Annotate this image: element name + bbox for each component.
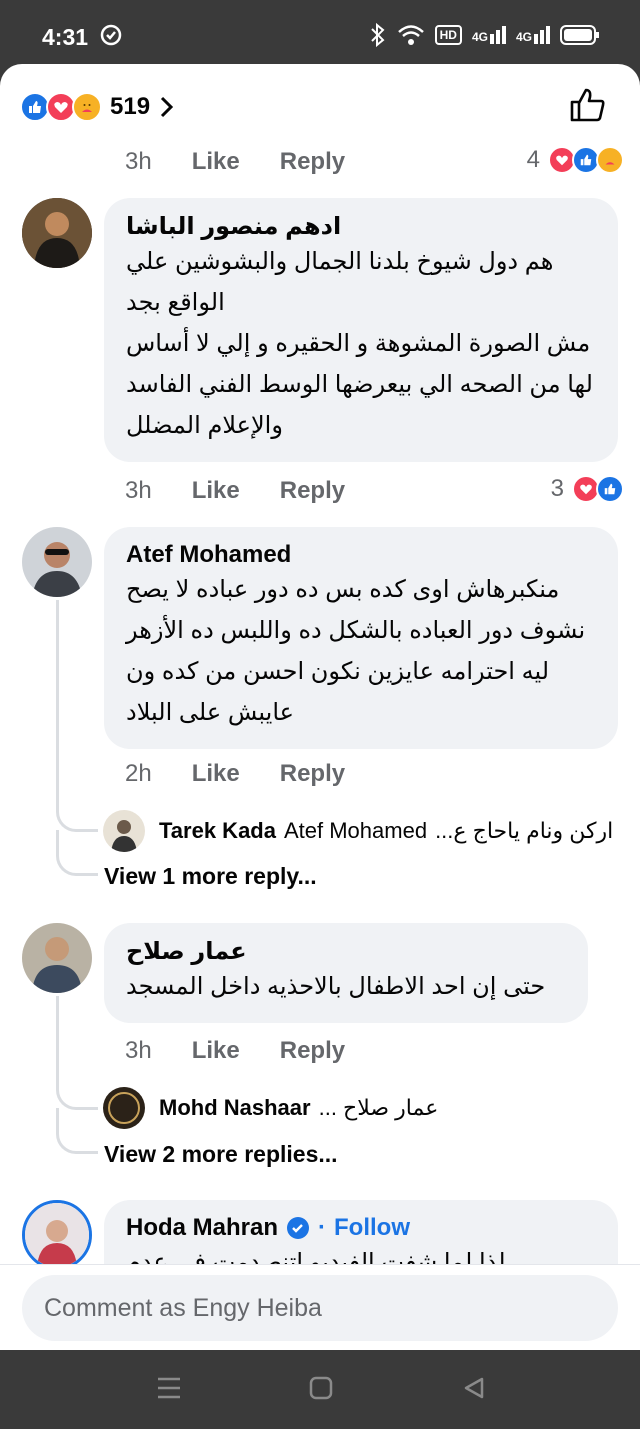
comment-text-line: والإعلام المضلل xyxy=(126,412,283,439)
comment-text-line: ليه احترامه عايزين نكون احسن من كده ون xyxy=(126,658,550,685)
comment-text-line: حتى إن احد الاطفال بالاحذيه داخل المسجد xyxy=(126,973,546,1000)
comment-author[interactable]: عمار صلاح xyxy=(126,937,566,966)
dot-separator: · xyxy=(318,1214,327,1241)
comment-bubble[interactable]: عمار صلاح حتى إن احد الاطفال بالاحذيه دا… xyxy=(104,923,588,1023)
comments-sheet: 519 3h Like Reply 4 ادهم منصور الباشا هم… xyxy=(0,64,640,1350)
avatar[interactable] xyxy=(22,1200,92,1264)
comment-reaction-count: 4 xyxy=(526,146,540,173)
comment-reaction-count: 3 xyxy=(550,475,564,502)
like-post-icon[interactable] xyxy=(568,86,606,124)
signal-4g-icon: 4G xyxy=(472,26,506,44)
thread-line xyxy=(56,600,59,790)
comment-time: 2h xyxy=(125,760,152,787)
wifi-icon xyxy=(397,25,424,45)
reply-button[interactable]: Reply xyxy=(280,148,345,176)
avatar xyxy=(103,1087,145,1129)
system-nav-bar xyxy=(0,1350,640,1429)
comment-actions: 3h Like Reply xyxy=(125,1037,385,1065)
hd-icon: HD xyxy=(434,25,462,45)
comment-time: 3h xyxy=(125,477,152,504)
comment-text-line: منكبرهاش اوى كده بس ده دور عباده لا يصح xyxy=(126,576,560,603)
thread-line xyxy=(56,996,59,1066)
reply-text: اركن ونام ياحاج ع... xyxy=(435,818,614,843)
status-bar: 4:31 HD 4G 4G xyxy=(0,0,640,64)
comment-author[interactable]: Atef Mohamed xyxy=(126,541,596,569)
status-icons: HD 4G 4G xyxy=(369,22,600,48)
comment-text-line: لها من الصحه الي بيعرضها الوسط الفني الف… xyxy=(126,371,593,398)
reply-preview[interactable]: Tarek Kada Atef Mohamed اركن ونام ياحاج … xyxy=(103,810,613,852)
verified-badge-icon xyxy=(287,1217,310,1239)
menu-icon[interactable] xyxy=(156,1376,182,1400)
reply-text: عمار صلاح ... xyxy=(318,1095,439,1120)
reaction-count: 519 xyxy=(110,93,151,120)
chevron-right-icon xyxy=(160,96,174,118)
avatar xyxy=(103,810,145,852)
comment-text-line: لذا لما شفت الفيديو اتنصدمت في عدم xyxy=(126,1249,506,1264)
comments-list: 3h Like Reply 4 ادهم منصور الباشا هم دول… xyxy=(0,144,640,1264)
reactions-header: 519 xyxy=(0,64,640,144)
follow-button[interactable]: Follow xyxy=(334,1214,410,1242)
sync-icon xyxy=(100,24,122,46)
signal-4g-icon: 4G xyxy=(516,26,550,44)
reactions-summary[interactable]: 519 xyxy=(20,92,176,122)
reply-mention: Atef Mohamed xyxy=(283,818,428,843)
bluetooth-icon xyxy=(370,22,385,48)
comment-bubble[interactable]: Atef Mohamed منكبرهاش اوى كده بس ده دور … xyxy=(104,527,618,749)
home-icon[interactable] xyxy=(309,1376,333,1400)
like-button[interactable]: Like xyxy=(192,760,240,788)
comment-time: 3h xyxy=(125,1037,152,1064)
comment-text-line: هم دول شيوخ بلدنا الجمال والبشوشين علي xyxy=(126,248,554,275)
comment-author[interactable]: Hoda Mahran xyxy=(126,1214,278,1242)
comment-text-line: نشوف دور العباده بالشكل ده واللبس ده الأ… xyxy=(126,617,586,644)
comment-actions: 2h Like Reply xyxy=(125,760,385,788)
comment-composer: Comment as Engy Heiba xyxy=(0,1264,640,1350)
comment-time: 3h xyxy=(125,148,152,175)
thread-connector xyxy=(56,784,98,832)
comment-text-line: عايبش على البلاد xyxy=(126,699,294,726)
reply-button[interactable]: Reply xyxy=(280,477,345,505)
like-button[interactable]: Like xyxy=(192,477,240,505)
battery-icon xyxy=(560,25,599,45)
comment-author[interactable]: ادهم منصور الباشا xyxy=(126,212,596,241)
comment-text-line: مش الصورة المشوهة و الحقيره و إلي لا أسا… xyxy=(126,330,591,357)
comment-author-row: Hoda Mahran · Follow xyxy=(126,1214,596,1242)
like-button[interactable]: Like xyxy=(192,148,240,176)
like-button[interactable]: Like xyxy=(192,1037,240,1065)
back-icon[interactable] xyxy=(462,1376,486,1400)
thread-connector xyxy=(56,830,98,876)
comment-input[interactable]: Comment as Engy Heiba xyxy=(22,1275,618,1341)
view-more-replies[interactable]: View 1 more reply... xyxy=(104,863,317,890)
comment-actions: 3h Like Reply xyxy=(125,477,385,505)
comment-reactions[interactable]: 4 xyxy=(526,146,624,174)
status-time: 4:31 xyxy=(42,24,89,50)
avatar[interactable] xyxy=(22,923,92,993)
avatar[interactable] xyxy=(22,527,92,597)
reply-button[interactable]: Reply xyxy=(280,760,345,788)
reply-author[interactable]: Mohd Nashaar xyxy=(159,1095,311,1121)
reply-preview[interactable]: Mohd Nashaar عمار صلاح ... xyxy=(103,1087,438,1129)
comment-bubble[interactable]: Hoda Mahran · Follow لذا لما شفت الفيديو… xyxy=(104,1200,618,1264)
reply-button[interactable]: Reply xyxy=(280,1037,345,1065)
care-reaction-icon xyxy=(596,146,624,174)
comment-reactions[interactable]: 3 xyxy=(550,475,624,503)
like-reaction-icon xyxy=(596,475,624,503)
comment-text-line: الواقع بجد xyxy=(126,289,225,316)
comment-actions: 3h Like Reply xyxy=(125,148,385,176)
comment-bubble[interactable]: ادهم منصور الباشا هم دول شيوخ بلدنا الجم… xyxy=(104,198,618,462)
view-more-replies[interactable]: View 2 more replies... xyxy=(104,1141,338,1168)
avatar[interactable] xyxy=(22,198,92,268)
thread-connector xyxy=(56,1062,98,1110)
thread-connector xyxy=(56,1108,98,1154)
reply-author[interactable]: Tarek Kada xyxy=(159,818,276,844)
care-reaction-icon xyxy=(72,92,102,122)
